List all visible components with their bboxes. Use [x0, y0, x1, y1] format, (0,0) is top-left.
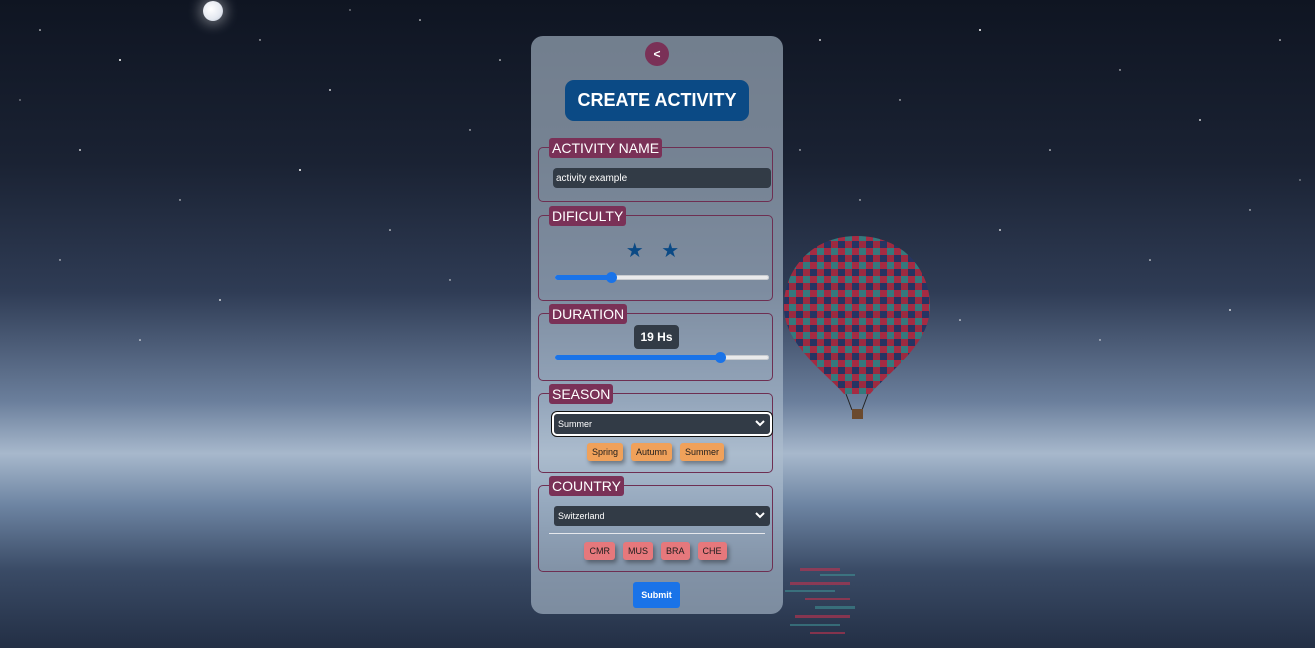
page-title: CREATE ACTIVITY: [565, 80, 749, 121]
difficulty-slider-thumb[interactable]: [605, 272, 617, 283]
country-select-value: Switzerland: [558, 511, 605, 521]
chevron-down-icon: [755, 420, 765, 427]
back-button[interactable]: <: [645, 42, 669, 66]
country-tag[interactable]: BRA: [660, 542, 690, 560]
submit-button[interactable]: Submit: [633, 582, 680, 608]
chevron-down-icon: [755, 512, 765, 519]
hot-air-balloon: [784, 236, 930, 419]
season-select[interactable]: Summer: [552, 412, 772, 436]
country-tag[interactable]: CMR: [584, 542, 615, 560]
difficulty-group: DIFICULTY ★ ★: [538, 206, 773, 301]
country-tag[interactable]: CHE: [697, 542, 727, 560]
season-group: SEASON Summer Spring Autumn Summer: [538, 384, 773, 473]
difficulty-legend: DIFICULTY: [549, 206, 627, 226]
country-tags: CMR MUS BRA CHE: [539, 542, 772, 560]
duration-slider-thumb[interactable]: [714, 352, 726, 363]
country-select[interactable]: Switzerland: [554, 506, 770, 526]
divider: [549, 533, 765, 534]
season-tag[interactable]: Summer: [680, 443, 725, 461]
difficulty-slider[interactable]: [555, 272, 769, 283]
season-tags: Spring Autumn Summer: [539, 443, 772, 461]
duration-slider[interactable]: [555, 352, 769, 363]
country-legend: COUNTRY: [549, 476, 624, 496]
country-group: COUNTRY Switzerland CMR MUS BRA CHE: [538, 476, 773, 572]
duration-legend: DURATION: [549, 304, 628, 324]
season-select-value: Summer: [558, 419, 593, 429]
duration-group: DURATION 19 Hs: [538, 304, 773, 381]
activity-name-legend: ACTIVITY NAME: [549, 138, 663, 158]
moon: [203, 1, 223, 21]
create-activity-form: < CREATE ACTIVITY ACTIVITY NAME DIFICULT…: [531, 36, 783, 614]
country-tag[interactable]: MUS: [622, 542, 653, 560]
activity-name-group: ACTIVITY NAME: [538, 138, 773, 202]
season-tag[interactable]: Autumn: [630, 443, 673, 461]
duration-value-badge: 19 Hs: [634, 325, 679, 349]
activity-name-input[interactable]: [553, 168, 771, 188]
season-tag[interactable]: Spring: [586, 443, 623, 461]
difficulty-stars: ★ ★: [625, 240, 686, 262]
season-legend: SEASON: [549, 384, 614, 404]
